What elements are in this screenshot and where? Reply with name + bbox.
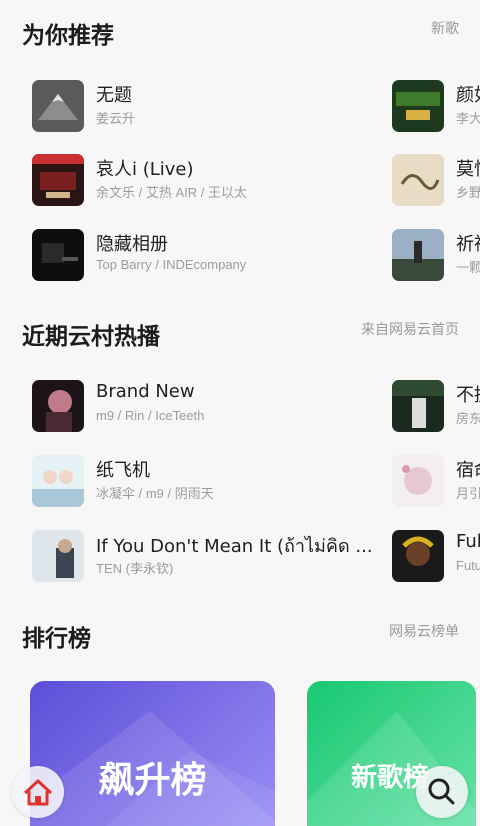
list-item[interactable]: 不提 房东 [392, 377, 480, 433]
list-item[interactable]: 哀人i (Live) 余文乐 / 艾热 AIR / 王以太 [32, 151, 362, 207]
song-artist: TEN (李永钦) [96, 561, 174, 576]
song-artist: 一颗 [456, 260, 480, 275]
list-item[interactable]: 无题 姜云升 [32, 77, 362, 133]
section-title: 为你推荐 [22, 23, 114, 49]
search-button[interactable] [416, 766, 468, 818]
list-item[interactable]: 纸飞机 冰凝伞 / m9 / 阴雨天 [32, 452, 362, 508]
song-artist: Futu [456, 558, 480, 573]
song-title: 无题 [96, 85, 132, 106]
section-more-link[interactable]: 来自网易云首页 [361, 319, 459, 339]
list-item[interactable]: Ful Futu [392, 527, 480, 583]
list-item[interactable]: 颜如 李大 [392, 77, 480, 133]
song-title: 宿命 [456, 460, 480, 481]
song-title: Ful [456, 531, 480, 552]
song-title: 不提 [456, 385, 480, 406]
song-artist: 余文乐 / 艾热 AIR / 王以太 [96, 185, 247, 200]
album-cover [392, 380, 444, 432]
section-more-link[interactable]: 网易云榜单 [389, 621, 459, 641]
list-item[interactable]: Brand New m9 / Rin / IceTeeth [32, 377, 362, 433]
album-cover [392, 154, 444, 206]
album-cover [392, 455, 444, 507]
list-item[interactable]: If You Don't Mean It (ถ้าไม่คิด ... TEN … [32, 527, 373, 583]
song-title: 莫怕 [456, 159, 480, 180]
song-title: 祈祷 [456, 234, 480, 255]
list-item[interactable]: 祈祷 一颗 [392, 226, 480, 282]
song-title: 哀人i (Live) [96, 159, 194, 180]
song-artist: 房东 [456, 411, 480, 426]
song-title: 纸飞机 [96, 460, 150, 481]
song-artist: m9 / Rin / IceTeeth [96, 408, 205, 423]
list-item[interactable]: 隐藏相册 Top Barry / INDEcompany [32, 226, 362, 282]
album-cover [32, 455, 84, 507]
album-cover [32, 154, 84, 206]
chart-card-soaring[interactable]: 飙升榜 [30, 681, 275, 826]
section-title: 排行榜 [22, 626, 91, 652]
song-artist: 月引 [456, 486, 480, 501]
home-icon [23, 779, 53, 806]
recommend-section-header: 为你推荐 新歌 [0, 10, 480, 50]
album-cover [392, 229, 444, 281]
home-button[interactable] [12, 766, 64, 818]
song-artist: 李大 [456, 111, 480, 126]
song-title: 隐藏相册 [96, 234, 168, 255]
section-title: 近期云村热播 [22, 324, 160, 350]
song-title: If You Don't Mean It (ถ้าไม่คิด ... [96, 536, 373, 557]
list-item[interactable]: 莫怕 乡野 [392, 151, 480, 207]
search-icon [428, 778, 455, 805]
song-artist: 冰凝伞 / m9 / 阴雨天 [96, 486, 214, 501]
list-item[interactable]: 宿命 月引 [392, 452, 480, 508]
song-title: Brand New [96, 381, 195, 402]
album-cover [32, 380, 84, 432]
album-cover [32, 229, 84, 281]
hot-section-header: 近期云村热播 来自网易云首页 [0, 311, 480, 351]
card-title: 飙升榜 [98, 760, 207, 801]
album-cover [32, 530, 84, 582]
section-more-link[interactable]: 新歌 [431, 18, 459, 38]
song-title: 颜如 [456, 85, 480, 106]
album-cover [32, 80, 84, 132]
song-artist: 乡野 [456, 185, 480, 200]
album-cover [392, 80, 444, 132]
charts-section-header: 排行榜 网易云榜单 [0, 613, 480, 653]
album-cover [392, 530, 444, 582]
song-artist: Top Barry / INDEcompany [96, 257, 247, 272]
song-artist: 姜云升 [96, 111, 136, 126]
